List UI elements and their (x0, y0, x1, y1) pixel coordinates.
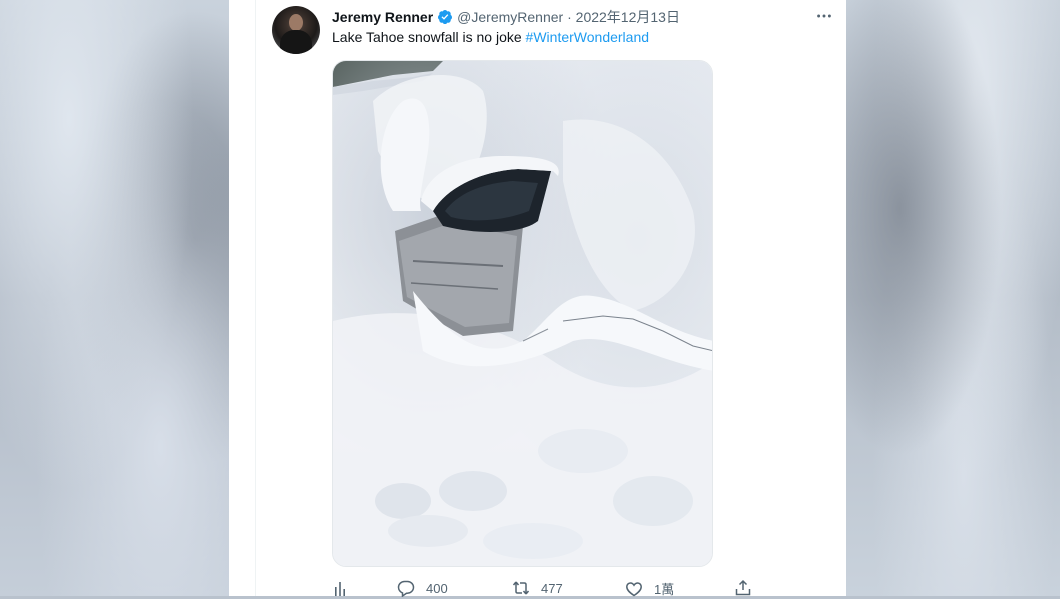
share-button[interactable] (734, 579, 752, 597)
user-handle[interactable]: @JeremyRenner (457, 9, 563, 25)
reply-button[interactable]: 400 (397, 579, 448, 597)
views-button[interactable] (332, 579, 350, 597)
hashtag-link[interactable]: #WinterWonderland (526, 29, 649, 45)
tweet-text: Lake Tahoe snowfall is no joke #WinterWo… (332, 29, 649, 45)
date-separator: · (567, 9, 572, 25)
tweet-body-text: Lake Tahoe snowfall is no joke (332, 29, 526, 45)
tweet-timestamp[interactable]: 2022年12月13日 (576, 7, 680, 27)
views-icon (335, 582, 345, 596)
blurred-backdrop-left (0, 0, 229, 596)
like-count: 1萬 (654, 582, 675, 597)
more-icon[interactable] (814, 6, 834, 26)
thread-divider (255, 0, 256, 596)
retweet-count: 477 (541, 580, 563, 596)
tweet-header: Jeremy Renner @JeremyRenner · 2022年12月13… (332, 7, 680, 27)
blurred-backdrop-right (846, 0, 1060, 596)
retweet-icon (512, 581, 530, 595)
tweet-action-bar: 400 477 1萬 (332, 579, 772, 599)
avatar[interactable] (272, 6, 320, 54)
display-name[interactable]: Jeremy Renner (332, 9, 433, 25)
verified-icon (437, 9, 453, 25)
retweet-button[interactable]: 477 (512, 579, 563, 597)
tweet-card: Jeremy Renner @JeremyRenner · 2022年12月13… (229, 0, 846, 599)
snow-buried-car-image (333, 61, 712, 566)
reply-count: 400 (426, 580, 448, 596)
reply-icon (397, 580, 415, 597)
like-icon (626, 581, 642, 596)
tweet-photo[interactable] (332, 60, 713, 567)
share-icon (735, 579, 751, 596)
like-button[interactable]: 1萬 (625, 579, 674, 598)
